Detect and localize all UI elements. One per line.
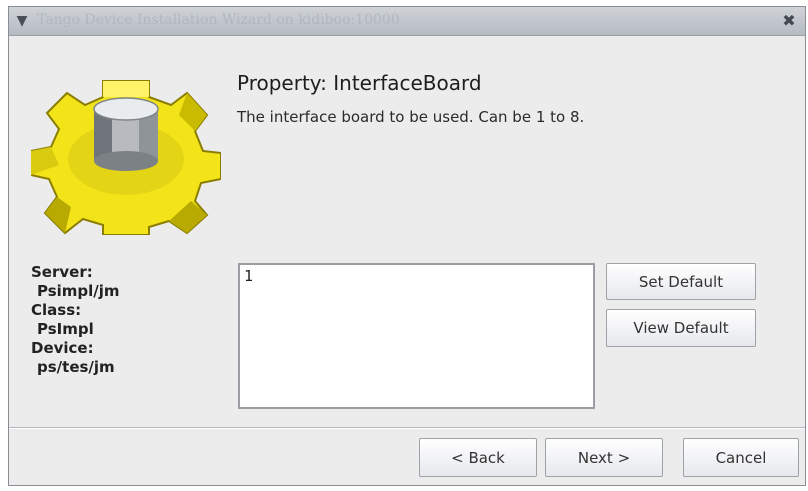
title-bar[interactable]: ▼ Tango Device Installation Wizard on ki…	[9, 7, 805, 36]
property-description: The interface board to be used. Can be 1…	[237, 108, 585, 126]
server-value: Psimpl/jm	[37, 282, 120, 300]
view-default-button[interactable]: View Default	[606, 309, 756, 347]
server-label: Server:	[31, 263, 93, 281]
device-value: ps/tes/jm	[37, 358, 115, 376]
class-label: Class:	[31, 301, 82, 319]
wizard-window: ▼ Tango Device Installation Wizard on ki…	[8, 6, 806, 486]
back-button[interactable]: < Back	[419, 438, 537, 477]
cancel-button[interactable]: Cancel	[683, 438, 799, 477]
close-icon[interactable]: ✖	[779, 11, 799, 31]
property-title: Property: InterfaceBoard	[237, 71, 482, 95]
class-value: PsImpl	[37, 320, 94, 338]
window-title: Tango Device Installation Wizard on kidi…	[37, 12, 400, 28]
chevron-down-icon[interactable]: ▼	[13, 12, 31, 30]
next-button[interactable]: Next >	[545, 438, 663, 477]
gear-icon	[31, 80, 221, 235]
footer-separator	[9, 427, 805, 429]
device-label: Device:	[31, 339, 94, 357]
device-info-panel: Server: Psimpl/jm Class: PsImpl Device: …	[31, 263, 120, 377]
property-value-input[interactable]: 1	[238, 263, 595, 409]
set-default-button[interactable]: Set Default	[606, 263, 756, 300]
